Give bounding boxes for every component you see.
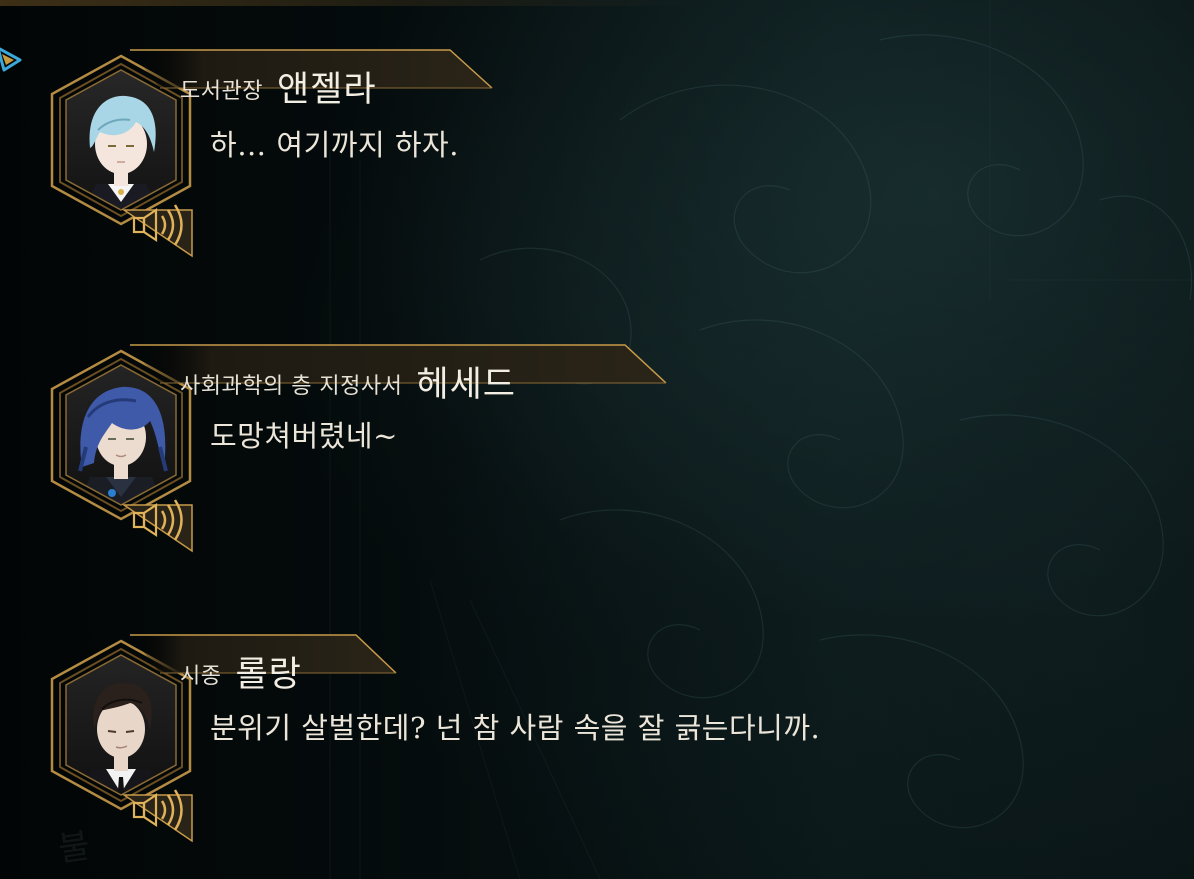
dialogue-line: 하… 여기까지 하자. <box>210 128 459 162</box>
dialogue-line: 분위기 살벌한데? 넌 참 사람 속을 잘 긁는다니까. <box>210 711 821 745</box>
speaker-name: 헤세드 <box>416 365 516 405</box>
speaker-title: 시종 <box>180 664 222 689</box>
speaker-sound-icon[interactable] <box>120 188 196 258</box>
top-edge-glow <box>0 0 700 6</box>
dialogue-line: 도망쳐버렸네~ <box>210 419 398 453</box>
dialogue-entry: 도서관장 앤젤라 하… 여기까지 하자. <box>0 40 1194 280</box>
dialogue-log-screen: 도서관장 앤젤라 하… 여기까지 하자. 사회과학의 층 지정사서 헤세드 도망… <box>0 0 1194 879</box>
background-watermark: 불 <box>55 825 93 870</box>
speaker-name: 앤젤라 <box>276 70 377 110</box>
dialogue-entry: 시종 롤랑 분위기 살벌한데? 넌 참 사람 속을 잘 긁는다니까. <box>0 625 1194 865</box>
speaker-title: 사회과학의 층 지정사서 <box>180 374 403 399</box>
dialogue-entry: 사회과학의 층 지정사서 헤세드 도망쳐버렸네~ <box>0 335 1194 575</box>
speaker-title: 도서관장 <box>180 79 263 104</box>
speaker-sound-icon[interactable] <box>120 773 196 843</box>
speaker-sound-icon[interactable] <box>120 483 196 553</box>
speaker-name: 롤랑 <box>235 655 302 695</box>
